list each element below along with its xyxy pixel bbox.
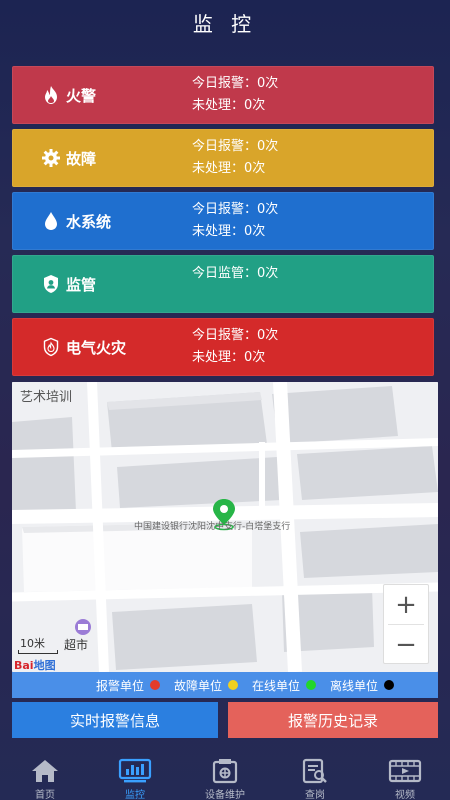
map-scale: 10米: [20, 637, 45, 650]
card-water-category: 水系统: [12, 210, 192, 232]
zoom-in-button[interactable]: +: [384, 585, 428, 624]
card-fault-stats: 今日报警：0次 未处理：0次: [192, 129, 278, 187]
card-fault-category: 故障: [12, 147, 192, 169]
legend-fault-dot: [227, 680, 238, 690]
map-label-art-training: 艺术培训: [20, 390, 73, 405]
tab-home-label: 首页: [35, 790, 55, 800]
legend-online-unit: 在线单位: [252, 677, 316, 694]
card-electrical-fire-today: 今日报警：0次: [192, 328, 279, 343]
tab-home[interactable]: 首页: [0, 752, 90, 800]
legend-alarm-unit: 报警单位: [96, 677, 160, 694]
baidu-logo-a: Bai: [14, 659, 34, 672]
action-buttons: 实时报警信息 报警历史记录: [12, 702, 438, 738]
shield-flame-icon: [40, 336, 62, 358]
video-icon: [388, 758, 422, 784]
card-supervision-today: 今日监管：0次: [192, 266, 279, 281]
monitor-icon: [118, 758, 152, 784]
card-fault-label: 故障: [66, 149, 97, 168]
home-icon: [28, 758, 62, 784]
tab-maintenance-label: 设备维护: [205, 790, 245, 800]
shield-user-icon: [40, 273, 62, 295]
card-fault-today: 今日报警：0次: [192, 139, 279, 154]
map-label-bank: 中国建设银行沈阳沈中支行-白塔堡支行: [134, 522, 291, 532]
baidu-map-logo: Bai地图: [14, 657, 56, 672]
legend-online-label: 在线单位: [251, 678, 300, 693]
zoom-control: + −: [383, 584, 429, 664]
maintenance-icon: [208, 758, 242, 784]
card-fire[interactable]: 火警 今日报警：0次 未处理：0次: [12, 66, 434, 124]
map-label-supermarket: 超市: [64, 638, 89, 652]
alarm-cards: 火警 今日报警：0次 未处理：0次 故障 今日报警：0次 未处理：0次 水系统 …: [12, 66, 434, 381]
tab-monitor-label: 监控: [125, 790, 145, 800]
card-fire-today: 今日报警：0次: [192, 76, 279, 91]
gear-icon: [40, 147, 62, 169]
card-supervision[interactable]: 监管 今日监管：0次: [12, 255, 434, 313]
legend-offline-dot: [384, 680, 394, 690]
tab-inspection-label: 查岗: [305, 790, 325, 800]
zoom-out-button[interactable]: −: [384, 625, 428, 664]
tab-video-label: 视频: [395, 790, 415, 800]
bottom-tab-bar: 首页 监控 设备维护 查岗 视频: [0, 752, 450, 800]
alarm-history-button[interactable]: 报警历史记录: [228, 702, 438, 738]
map-scale-bar: [18, 650, 58, 654]
card-fire-pending: 未处理：0次: [192, 98, 266, 113]
card-electrical-fire-pending: 未处理：0次: [192, 350, 266, 365]
legend-fault-unit: 故障单位: [174, 677, 238, 694]
water-drop-icon: [40, 210, 62, 232]
card-supervision-label: 监管: [66, 275, 97, 294]
card-fault[interactable]: 故障 今日报警：0次 未处理：0次: [12, 129, 434, 187]
card-electrical-fire[interactable]: 电气火灾 今日报警：0次 未处理：0次: [12, 318, 434, 376]
legend-alarm-dot: [149, 680, 160, 690]
card-water-stats: 今日报警：0次 未处理：0次: [192, 192, 278, 250]
legend-fault-label: 故障单位: [173, 678, 222, 693]
card-water-today: 今日报警：0次: [192, 202, 279, 217]
legend-offline-unit: 离线单位: [330, 677, 394, 694]
legend-online-dot: [305, 680, 316, 690]
tab-video[interactable]: 视频: [360, 752, 450, 800]
tab-monitor[interactable]: 监控: [90, 752, 180, 800]
tab-inspection[interactable]: 查岗: [270, 752, 360, 800]
card-electrical-fire-label: 电气火灾: [66, 338, 127, 357]
page-title: 监 控: [192, 11, 258, 36]
legend-alarm-label: 报警单位: [95, 678, 144, 693]
card-fire-category: 火警: [12, 84, 192, 106]
card-electrical-fire-category: 电气火灾: [12, 336, 192, 358]
flame-icon: [40, 84, 62, 106]
legend-offline-label: 离线单位: [329, 678, 378, 693]
card-supervision-stats: 今日监管：0次: [192, 255, 278, 313]
card-supervision-category: 监管: [12, 273, 192, 295]
realtime-alarm-button[interactable]: 实时报警信息: [12, 702, 218, 738]
card-water[interactable]: 水系统 今日报警：0次 未处理：0次: [12, 192, 434, 250]
map-view[interactable]: 艺术培训 中国建设银行沈阳沈中支行-白塔堡支行 超市 10米 Bai地图 + −: [12, 382, 438, 672]
card-fire-stats: 今日报警：0次 未处理：0次: [192, 66, 278, 124]
inspection-icon: [298, 758, 332, 784]
card-water-label: 水系统: [66, 212, 112, 231]
card-water-pending: 未处理：0次: [192, 224, 266, 239]
card-fault-pending: 未处理：0次: [192, 161, 266, 176]
card-electrical-fire-stats: 今日报警：0次 未处理：0次: [192, 318, 278, 376]
map-legend: 报警单位 故障单位 在线单位 离线单位: [12, 672, 438, 698]
tab-maintenance[interactable]: 设备维护: [180, 752, 270, 800]
baidu-logo-b: 地图: [33, 659, 56, 672]
card-fire-label: 火警: [66, 86, 97, 105]
